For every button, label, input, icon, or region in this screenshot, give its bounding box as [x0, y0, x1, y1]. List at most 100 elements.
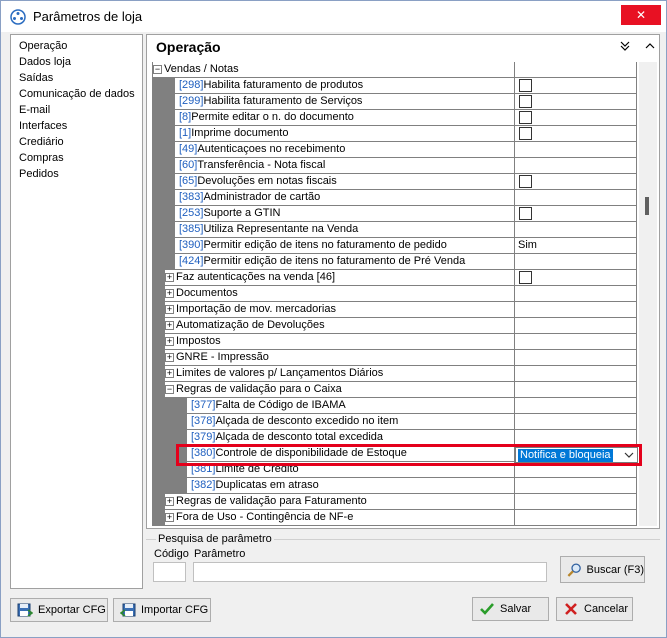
- parameter-checkbox[interactable]: [519, 95, 532, 108]
- table-row[interactable]: + Regras de validação para Faturamento: [152, 494, 637, 510]
- parameter-value-cell[interactable]: [515, 350, 636, 365]
- table-row[interactable]: + Impostos: [152, 334, 637, 350]
- table-row[interactable]: + GNRE - Impressão: [152, 350, 637, 366]
- table-row[interactable]: [65]Devoluções em notas fiscais: [152, 174, 637, 190]
- parameter-name-cell: [253]Suporte a GTIN: [175, 206, 514, 221]
- expand-icon[interactable]: +: [165, 352, 174, 362]
- table-row[interactable]: + Documentos: [152, 286, 637, 302]
- table-row[interactable]: + Automatização de Devoluções: [152, 318, 637, 334]
- parameter-value-cell[interactable]: [515, 382, 636, 397]
- parameter-value-cell[interactable]: [515, 142, 636, 157]
- import-cfg-button[interactable]: Importar CFG: [113, 598, 211, 622]
- chevron-down-icon[interactable]: [623, 450, 635, 460]
- search-button[interactable]: Buscar (F3): [560, 556, 645, 583]
- nav-item-dados-loja[interactable]: Dados loja: [19, 54, 71, 70]
- parameter-value-cell[interactable]: [515, 366, 636, 381]
- parameter-value-cell[interactable]: [515, 286, 636, 301]
- export-cfg-button[interactable]: Exportar CFG: [10, 598, 108, 622]
- parameter-value-cell[interactable]: [515, 110, 636, 125]
- parameter-value-cell[interactable]: [515, 94, 636, 109]
- table-row[interactable]: [390]Permitir edição de itens no faturam…: [152, 238, 637, 254]
- nav-item-saidas[interactable]: Saídas: [19, 70, 53, 86]
- parameter-checkbox[interactable]: [519, 207, 532, 220]
- parameter-value-cell[interactable]: [515, 302, 636, 317]
- cancel-button[interactable]: Cancelar: [556, 597, 633, 621]
- nav-item-crediario[interactable]: Crediário: [19, 134, 64, 150]
- code-input[interactable]: [153, 562, 186, 582]
- table-row[interactable]: [382]Duplicatas em atraso: [152, 478, 637, 494]
- parameter-value-cell[interactable]: [515, 190, 636, 205]
- parameter-value-cell[interactable]: [515, 430, 636, 445]
- nav-item-pedidos[interactable]: Pedidos: [19, 166, 59, 182]
- parameter-value-cell[interactable]: [515, 254, 636, 269]
- section-header: Operação: [148, 36, 658, 58]
- table-row[interactable]: [377]Falta de Código de IBAMA: [152, 398, 637, 414]
- collapse-icon[interactable]: −: [153, 64, 162, 74]
- close-button[interactable]: ✕: [621, 5, 661, 25]
- table-row[interactable]: + Importação de mov. mercadorias: [152, 302, 637, 318]
- expand-icon[interactable]: +: [165, 304, 174, 314]
- save-button[interactable]: Salvar: [472, 597, 549, 621]
- parameter-checkbox[interactable]: [519, 79, 532, 92]
- expand-icon[interactable]: +: [165, 368, 174, 378]
- parameter-value-cell[interactable]: [515, 206, 636, 221]
- table-row[interactable]: [298]Habilita faturamento de produtos: [152, 78, 637, 94]
- estoque-control-dropdown[interactable]: Notifica e bloqueia: [515, 447, 638, 463]
- parameter-value-cell[interactable]: Sim: [515, 238, 636, 253]
- expand-icon[interactable]: +: [165, 272, 174, 282]
- parameter-value-cell[interactable]: [515, 222, 636, 237]
- parameter-label: GNRE - Impressão: [176, 351, 269, 363]
- nav-item-compras[interactable]: Compras: [19, 150, 64, 166]
- parameter-value-cell[interactable]: [515, 414, 636, 429]
- parameter-value-cell[interactable]: [515, 174, 636, 189]
- table-row[interactable]: [253]Suporte a GTIN: [152, 206, 637, 222]
- expand-icon[interactable]: +: [165, 496, 174, 506]
- nav-item-comunicacao[interactable]: Comunicação de dados: [19, 86, 135, 102]
- nav-item-email[interactable]: E-mail: [19, 102, 50, 118]
- table-row[interactable]: + Fora de Uso - Contingência de NF-e: [152, 510, 637, 526]
- parameter-checkbox[interactable]: [519, 111, 532, 124]
- table-row[interactable]: + Faz autenticações na venda [46]: [152, 270, 637, 286]
- table-row[interactable]: [1]Imprime documento: [152, 126, 637, 142]
- parameter-checkbox[interactable]: [519, 127, 532, 140]
- parameter-label: Transferência - Nota fiscal: [197, 159, 326, 171]
- parameter-value-cell[interactable]: [515, 318, 636, 333]
- table-row[interactable]: − Regras de validação para o Caixa: [152, 382, 637, 398]
- nav-item-operacao[interactable]: Operação: [19, 38, 67, 54]
- scrollbar-thumb[interactable]: [645, 197, 649, 215]
- parameter-label: Habilita faturamento de produtos: [203, 79, 364, 91]
- collapse-icon[interactable]: −: [165, 384, 174, 394]
- expand-icon[interactable]: +: [165, 288, 174, 298]
- expand-icon[interactable]: +: [165, 336, 174, 346]
- parameter-value-cell[interactable]: [515, 334, 636, 349]
- parameter-value-cell[interactable]: [515, 494, 636, 509]
- param-input[interactable]: [193, 562, 547, 582]
- table-row[interactable]: [385]Utiliza Representante na Venda: [152, 222, 637, 238]
- parameter-label: Imprime documento: [191, 127, 289, 139]
- collapse-chevron-icon[interactable]: [618, 39, 632, 53]
- table-row[interactable]: [424]Permitir edição de itens no faturam…: [152, 254, 637, 270]
- section-title: Operação: [156, 39, 221, 55]
- table-row[interactable]: [60]Transferência - Nota fiscal: [152, 158, 637, 174]
- parameter-checkbox[interactable]: [519, 175, 532, 188]
- parameter-value-cell[interactable]: [515, 126, 636, 141]
- parameter-value-cell[interactable]: [515, 270, 636, 285]
- parameter-value-cell[interactable]: [515, 78, 636, 93]
- table-row[interactable]: [299]Habilita faturamento de Serviços: [152, 94, 637, 110]
- table-row[interactable]: [383]Administrador de cartão: [152, 190, 637, 206]
- table-row[interactable]: + Limites de valores p/ Lançamentos Diári…: [152, 366, 637, 382]
- expand-icon[interactable]: +: [165, 320, 174, 330]
- parameter-checkbox[interactable]: [519, 271, 532, 284]
- nav-item-interfaces[interactable]: Interfaces: [19, 118, 67, 134]
- scroll-up-icon[interactable]: [643, 39, 657, 53]
- table-row[interactable]: [378]Alçada de desconto excedido no item: [152, 414, 637, 430]
- parameter-value-cell[interactable]: [515, 398, 636, 413]
- parameter-value-cell[interactable]: [515, 62, 636, 77]
- parameter-value-cell[interactable]: [515, 510, 636, 525]
- expand-icon[interactable]: +: [165, 512, 174, 522]
- parameter-value-cell[interactable]: [515, 158, 636, 173]
- parameter-value-cell[interactable]: [515, 478, 636, 493]
- table-row[interactable]: [49]Autenticaçoes no recebimento: [152, 142, 637, 158]
- table-row[interactable]: − Vendas / Notas: [152, 62, 637, 78]
- table-row[interactable]: [8]Permite editar o n. do documento: [152, 110, 637, 126]
